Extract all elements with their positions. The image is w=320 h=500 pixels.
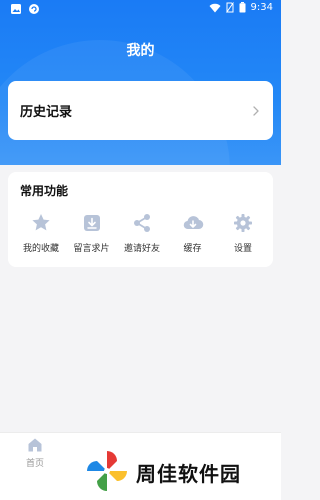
download-box-icon (83, 215, 100, 231)
settings-button[interactable]: 设置 (220, 212, 266, 262)
app-notification-icon (29, 4, 39, 14)
gear-icon (234, 214, 252, 232)
status-time: 9:34 (250, 2, 273, 13)
settings-label: 设置 (233, 244, 252, 254)
page-title: 我的 (126, 43, 155, 59)
cloud-download-icon (183, 216, 203, 230)
history-record-entry[interactable]: 历史记录 (8, 81, 273, 140)
no-sim-icon (225, 2, 234, 13)
history-record-label: 历史记录 (20, 105, 73, 120)
request-movie-label: 留言求片 (73, 244, 110, 254)
site-watermark: 周佳软件园 (84, 448, 274, 494)
status-bar: 9:34 (0, 0, 281, 20)
common-functions-card: 常用功能 我的收藏 留言求片 邀请好友 缓存 设置 (8, 172, 273, 267)
wifi-icon (209, 3, 221, 12)
tab-home-label: 首页 (25, 459, 44, 469)
home-icon (28, 438, 42, 452)
cache-label: 缓存 (183, 244, 202, 254)
request-movie-button[interactable]: 留言求片 (69, 212, 115, 262)
share-icon (134, 214, 150, 232)
invite-friends-label: 邀请好友 (123, 244, 160, 254)
common-functions-grid: 我的收藏 留言求片 邀请好友 缓存 设置 (18, 212, 266, 262)
cache-button[interactable]: 缓存 (170, 212, 216, 262)
chevron-right-icon (253, 105, 259, 116)
battery-icon (239, 2, 246, 13)
common-functions-title: 常用功能 (20, 184, 69, 198)
watermark-text: 周佳软件园 (136, 462, 241, 486)
star-icon (32, 214, 50, 231)
tab-home[interactable]: 首页 (18, 437, 52, 469)
image-notification-icon (11, 4, 21, 14)
favorites-label: 我的收藏 (22, 244, 59, 254)
pinwheel-logo-icon (87, 451, 127, 491)
favorites-button[interactable]: 我的收藏 (18, 212, 64, 262)
invite-friends-button[interactable]: 邀请好友 (119, 212, 165, 262)
